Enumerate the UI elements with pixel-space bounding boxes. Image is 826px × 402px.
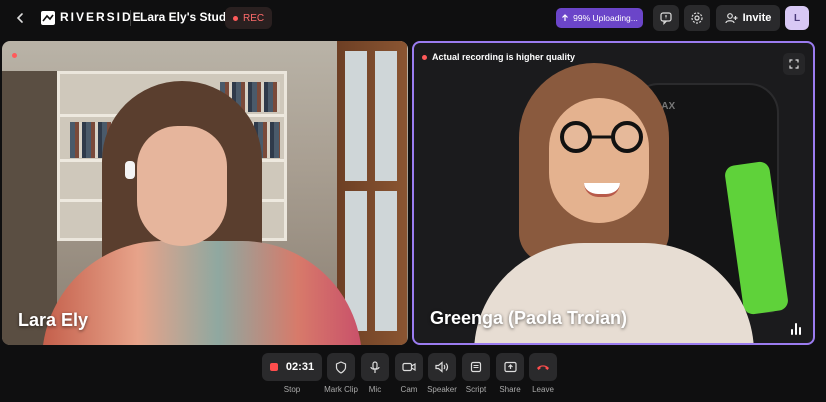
video-tile-lara[interactable]: Lara Ely	[2, 41, 408, 345]
quality-note: Actual recording is higher quality	[422, 52, 575, 62]
gear-icon	[691, 12, 703, 24]
participant-name-lara: Lara Ely	[18, 310, 89, 330]
leave-button[interactable]	[529, 353, 557, 381]
share-icon	[503, 361, 517, 373]
stop-icon	[269, 363, 278, 371]
script-button[interactable]	[462, 353, 490, 381]
participant-body	[42, 241, 362, 345]
speaker-button[interactable]	[428, 353, 456, 381]
upload-status-label: 99% Uploading...	[573, 13, 638, 23]
back-arrow-icon[interactable]	[10, 8, 30, 28]
top-bar: RIVERSIDE Lara Ely's Studio REC 99% Uplo…	[0, 0, 826, 36]
mic-icon	[370, 360, 380, 373]
control-bar: 02:31 Stop Mark Clip Mic Cam Speaker Scr…	[0, 353, 826, 394]
upload-arrow-icon	[562, 14, 569, 21]
upload-status-button[interactable]: 99% Uploading...	[556, 8, 643, 28]
recording-timer: 02:31	[285, 361, 315, 373]
cam-icon	[402, 362, 416, 372]
participant-face	[137, 126, 227, 246]
leave-label: Leave	[532, 385, 554, 394]
recording-indicator-dot	[422, 54, 427, 60]
stop-label: Stop	[283, 385, 301, 394]
rec-dot-icon	[233, 15, 238, 21]
participant-name-greenga: Greenga (Paola Troian)	[430, 308, 628, 328]
fullscreen-icon	[789, 59, 799, 69]
video-tile-greenga[interactable]: RAX Actual recording is higher quality G…	[412, 41, 815, 345]
settings-button[interactable]	[684, 5, 710, 31]
riverside-logo-icon	[41, 11, 55, 25]
glasses	[560, 121, 643, 153]
mic-button[interactable]	[361, 353, 389, 381]
speaker-icon	[435, 361, 449, 373]
invite-button[interactable]: Invite	[716, 5, 780, 31]
invite-user-icon	[725, 12, 738, 23]
feedback-button[interactable]	[653, 5, 679, 31]
studio-title: Lara Ely's Studio	[140, 10, 237, 24]
rec-label: REC	[243, 12, 265, 24]
shield-icon	[335, 360, 347, 374]
phone-hangup-icon	[537, 365, 549, 370]
cam-button[interactable]	[395, 353, 423, 381]
feedback-icon	[660, 12, 672, 25]
background-door	[337, 41, 407, 345]
script-icon	[470, 361, 482, 373]
quality-note-label: Actual recording is higher quality	[432, 52, 576, 62]
audio-level-icon	[791, 321, 805, 335]
rec-badge: REC	[225, 7, 273, 29]
mark-clip-button[interactable]	[327, 353, 355, 381]
avatar[interactable]: L	[785, 6, 809, 30]
header-divider	[130, 10, 131, 26]
background-wall	[2, 71, 57, 345]
earbud	[125, 161, 135, 179]
fullscreen-button[interactable]	[783, 53, 805, 75]
participant-face	[549, 98, 649, 223]
share-button[interactable]	[496, 353, 524, 381]
invite-label: Invite	[742, 12, 772, 24]
recording-indicator-dot	[12, 53, 17, 58]
stop-button[interactable]: 02:31	[262, 353, 322, 381]
